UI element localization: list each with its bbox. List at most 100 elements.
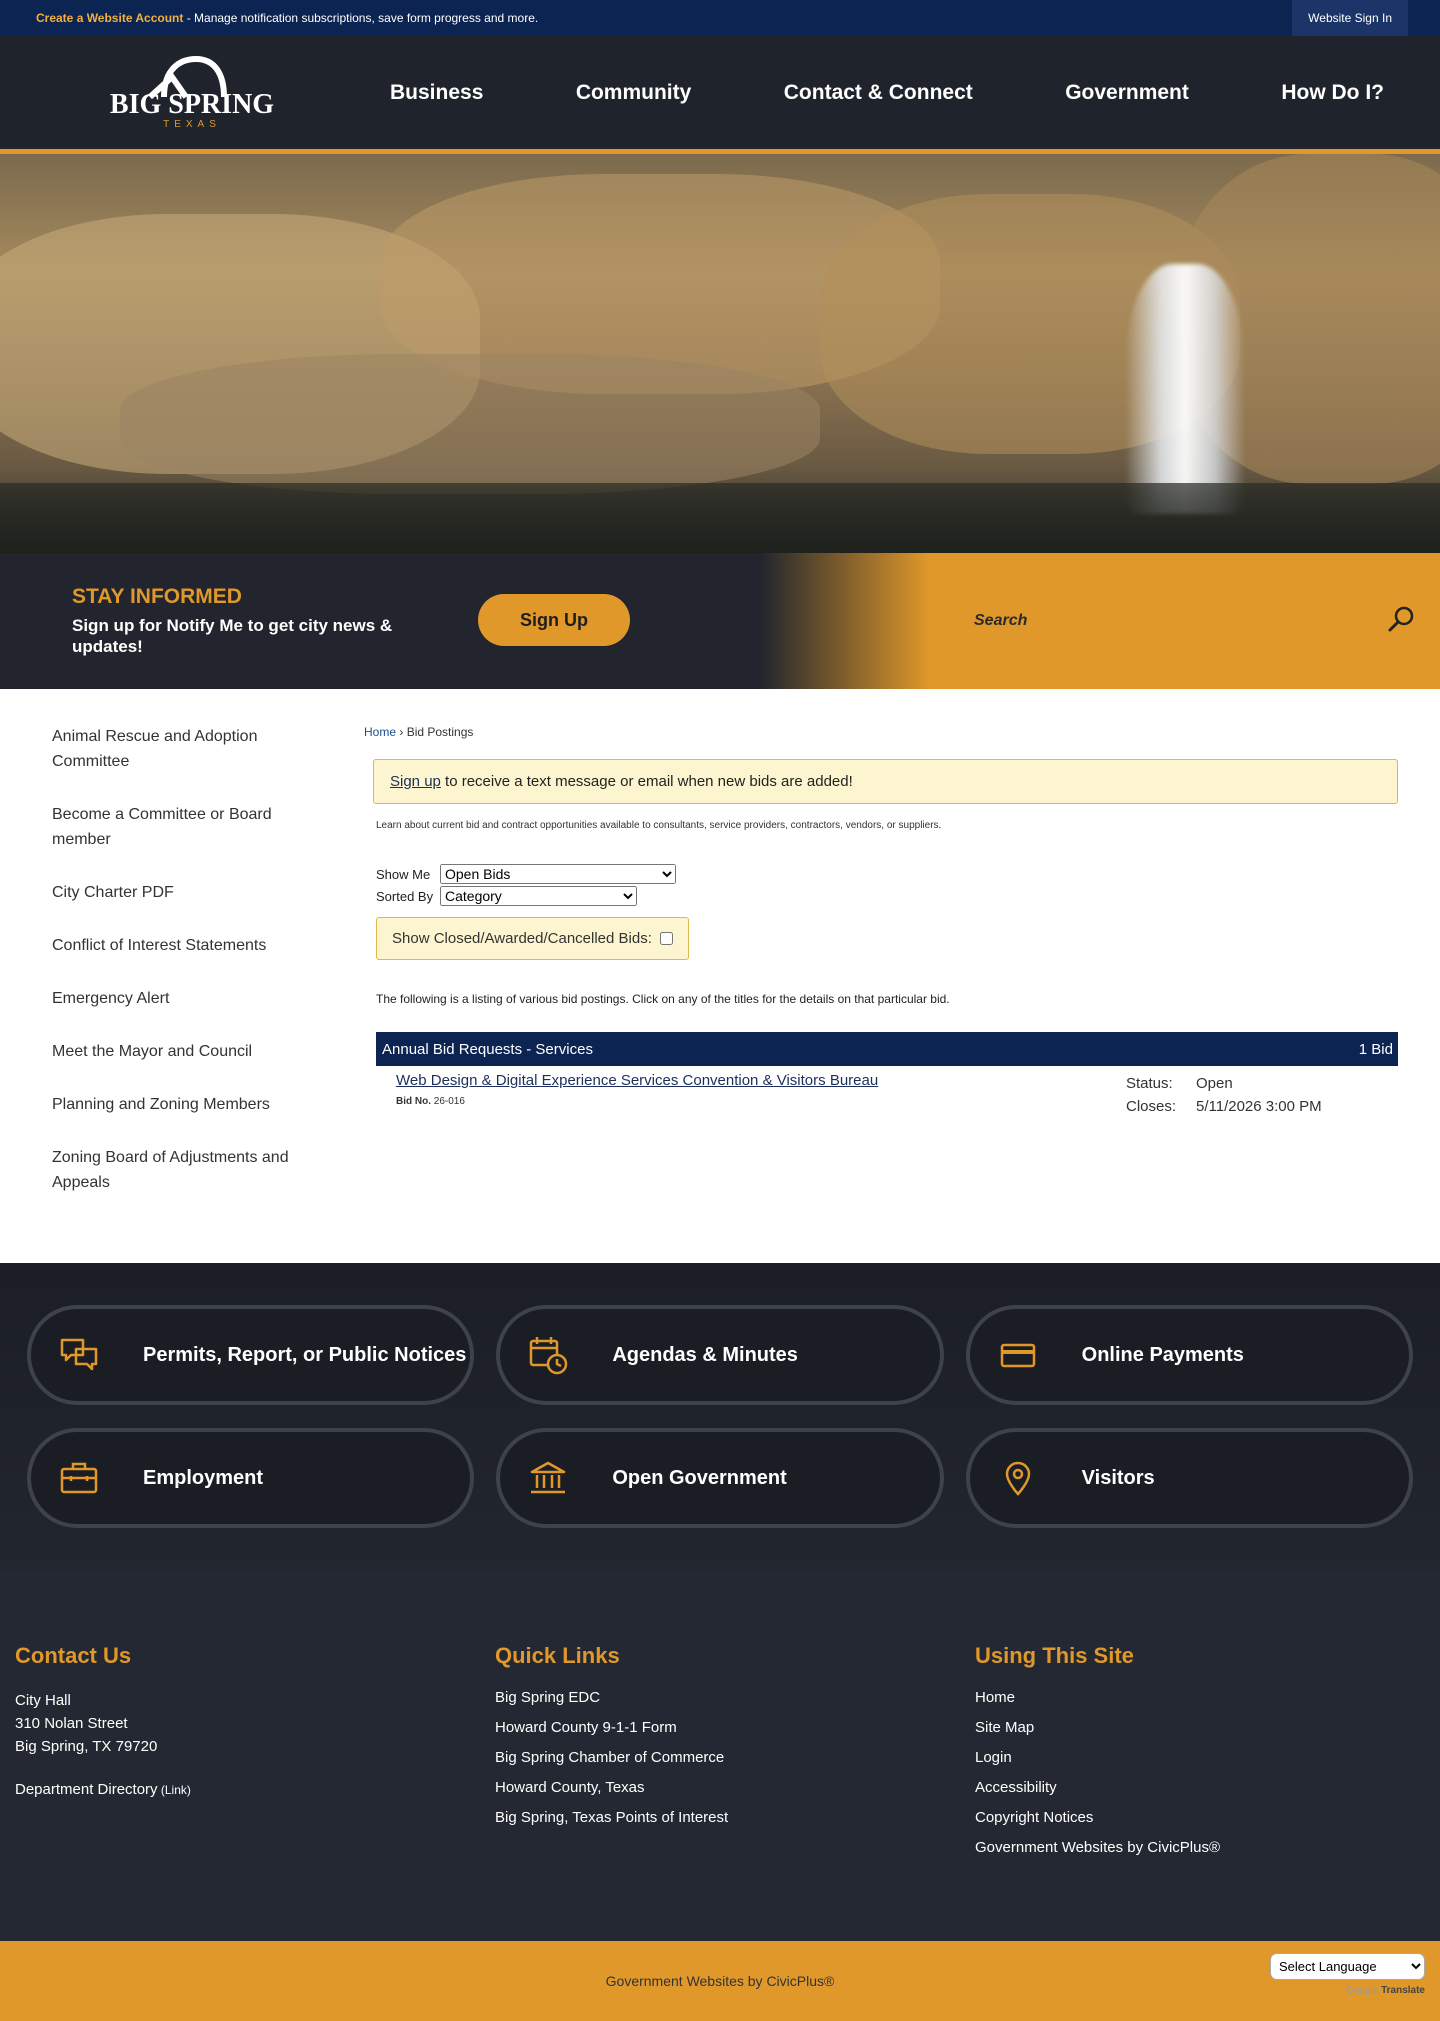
category-name: Annual Bid Requests - Services [382,1040,593,1058]
sidebar-item[interactable]: Conflict of Interest Statements [52,933,292,958]
bid-meta: Status: Open Closes: 5/11/2026 3:00 PM [1126,1072,1336,1118]
open-government-button[interactable]: Open Government [496,1428,944,1528]
utility-bar: Create a Website Account - Manage notifi… [0,0,1440,36]
bid-number: Bid No. 26-016 [396,1096,465,1107]
sidebar-item[interactable]: City Charter PDF [52,880,292,905]
show-closed-bids-box: Show Closed/Awarded/Cancelled Bids: [376,917,689,960]
sign-up-button[interactable]: Sign Up [478,594,630,646]
alert-text: to receive a text message or email when … [440,773,853,790]
sidebar-item[interactable]: Meet the Mayor and Council [52,1039,292,1064]
listing-description: The following is a listing of various bi… [376,992,950,1006]
footer-link[interactable]: Copyright Notices [975,1809,1440,1827]
logo-arch-icon [146,55,238,100]
logo-subtitle: TEXAS [163,119,221,130]
sidebar-item[interactable]: Emergency Alert [52,986,292,1011]
footer-link[interactable]: Login [975,1749,1440,1767]
visitors-button[interactable]: Visitors [965,1428,1413,1528]
footer-link[interactable]: Big Spring EDC [495,1689,975,1707]
show-me-label: Show Me [376,866,431,882]
show-me-filter: Show Me Open Bids [376,863,1398,885]
sort-by-filter: Sorted By Category [376,885,1398,907]
closes-label: Closes: [1126,1098,1177,1115]
create-account-link[interactable]: Create a Website Account [36,11,183,25]
hero-image-waterfall [0,154,1440,553]
site-header: BIG SPRING TEXAS Business Community Cont… [0,36,1440,154]
sorted-by-label: Sorted By [376,888,434,904]
nav-community[interactable]: Community [576,81,692,105]
credit-card-icon [996,1333,1040,1377]
employment-button[interactable]: Employment [27,1428,475,1528]
footer-link[interactable]: Government Websites by CivicPlus® [975,1839,1440,1857]
search-bar [930,553,1440,689]
briefcase-icon [57,1456,101,1500]
footer-link[interactable]: Howard County 9-1-1 Form [495,1719,975,1737]
breadcrumb-current: Bid Postings [406,725,474,739]
main-navigation: Business Community Contact & Connect Gov… [312,81,1440,105]
calendar-clock-icon [526,1333,570,1377]
show-closed-label: Show Closed/Awarded/Cancelled Bids: [392,930,652,947]
nav-how-do-i[interactable]: How Do I? [1281,81,1384,105]
government-building-icon [526,1456,570,1500]
powered-by-google: Google Translate [1346,1985,1425,1996]
sidebar-item[interactable]: Become a Committee or Board member [52,802,292,852]
bid-postings-content: Home › Bid Postings Sign up to receive a… [300,724,1440,1223]
footer-link[interactable]: Howard County, Texas [495,1779,975,1797]
footer-link[interactable]: Home [975,1689,1440,1707]
agendas-minutes-button[interactable]: Agendas & Minutes [496,1305,944,1405]
language-select[interactable]: Select Language [1270,1953,1425,1980]
breadcrumb-home-link[interactable]: Home [364,725,396,739]
website-sign-in-button[interactable]: Website Sign In [1292,0,1408,36]
site-footer: Contact Us City Hall 310 Nolan Street Bi… [0,1571,1440,1941]
footer-link[interactable]: Big Spring, Texas Points of Interest [495,1809,975,1827]
bid-title-link[interactable]: Web Design & Digital Experience Services… [396,1072,878,1089]
stay-informed-text: Sign up for Notify Me to get city news &… [72,616,393,656]
intro-text: Learn about current bid and contract opp… [376,820,942,831]
nav-business[interactable]: Business [390,81,483,105]
bid-row: Web Design & Digital Experience Services… [376,1066,1398,1118]
nav-contact-connect[interactable]: Contact & Connect [784,81,973,105]
footer-using-site-title: Using This Site [975,1643,1134,1668]
department-directory-link[interactable]: Department Directory (Link) [15,1781,495,1798]
permits-report-button[interactable]: Permits, Report, or Public Notices [27,1305,475,1405]
sidebar-item[interactable]: Planning and Zoning Members [52,1092,292,1117]
civicplus-credit[interactable]: Government Websites by CivicPlus® [606,1973,835,1989]
stay-informed-bar: STAY INFORMED Sign up for Notify Me to g… [0,553,1440,689]
bid-category-header: Annual Bid Requests - Services 1 Bid [376,1032,1398,1066]
alert-sign-up-link[interactable]: Sign up [390,773,441,790]
breadcrumb: Home › Bid Postings [364,725,474,739]
status-value: Open [1196,1075,1233,1092]
footer-quick-links: Quick Links Big Spring EDC Howard County… [495,1643,975,1941]
sidebar-item[interactable]: Zoning Board of Adjustments and Appeals [52,1145,292,1195]
stay-informed-title: STAY INFORMED [72,585,242,608]
quick-links-panel: Permits, Report, or Public Notices Agend… [0,1263,1440,1571]
map-pin-icon [996,1456,1040,1500]
create-account-description: - Manage notification subscriptions, sav… [183,11,539,25]
account-notice: Create a Website Account - Manage notifi… [36,11,538,25]
footer-address: City Hall 310 Nolan Street Big Spring, T… [15,1692,158,1755]
bottom-bar: Government Websites by CivicPlus® Select… [0,1941,1440,2021]
sorted-by-select[interactable]: Category [440,886,637,906]
nav-government[interactable]: Government [1065,81,1189,105]
sidebar-item[interactable]: Animal Rescue and Adoption Committee [52,724,292,774]
online-payments-button[interactable]: Online Payments [965,1305,1413,1405]
footer-contact: Contact Us City Hall 310 Nolan Street Bi… [15,1643,495,1941]
google-translate-widget: Select Language Google Translate [1270,1953,1425,1996]
footer-link[interactable]: Big Spring Chamber of Commerce [495,1749,975,1767]
search-icon[interactable] [1386,604,1416,639]
site-logo[interactable]: BIG SPRING TEXAS [72,55,312,130]
main-area: Animal Rescue and Adoption Committee Bec… [0,689,1440,1263]
footer-quick-links-title: Quick Links [495,1643,620,1668]
show-me-select[interactable]: Open Bids [440,864,676,884]
sidebar-navigation: Animal Rescue and Adoption Committee Bec… [0,724,300,1223]
footer-contact-title: Contact Us [15,1643,132,1668]
footer-using-site: Using This Site Home Site Map Login Acce… [975,1643,1440,1941]
category-count: 1 Bid [1358,1040,1393,1058]
footer-link[interactable]: Site Map [975,1719,1440,1737]
show-closed-checkbox[interactable] [659,932,673,945]
search-input[interactable] [974,612,1386,630]
closes-value: 5/11/2026 3:00 PM [1196,1098,1322,1115]
chat-bubbles-icon [57,1333,101,1377]
footer-link[interactable]: Accessibility [975,1779,1440,1797]
signup-alert: Sign up to receive a text message or ema… [373,759,1398,804]
status-label: Status: [1126,1075,1173,1092]
